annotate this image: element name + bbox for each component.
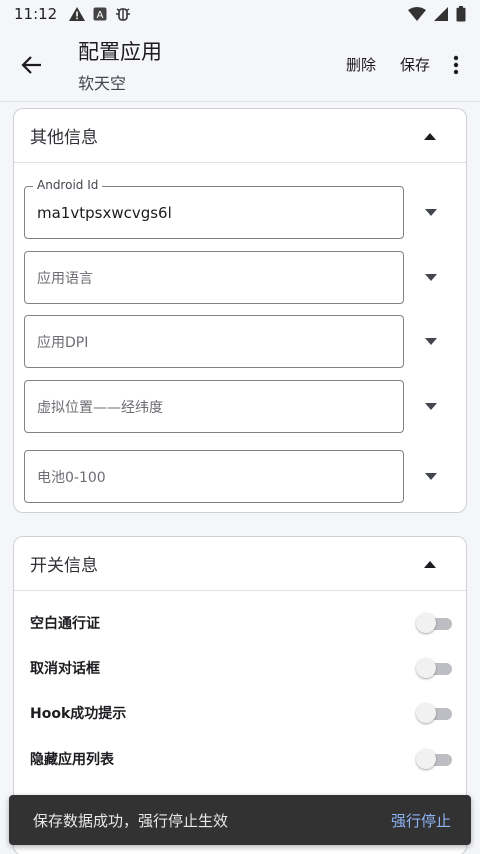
snackbar-message: 保存数据成功，强行停止生效	[33, 811, 229, 830]
page-title: 配置应用	[78, 39, 162, 64]
dpi-field[interactable]: 应用DPI	[24, 315, 404, 368]
svg-text:A: A	[97, 10, 104, 21]
force-stop-button[interactable]: 强行停止	[391, 810, 451, 831]
switch-thumb	[416, 613, 436, 633]
android-id-value: ma1vtpsxwcvgs6l	[37, 203, 172, 222]
arrow-drop-down-icon	[425, 209, 437, 216]
cancel-dialog-toggle[interactable]	[416, 656, 454, 680]
expand-less-icon	[424, 132, 436, 140]
location-placeholder: 虚拟位置——经纬度	[37, 399, 163, 416]
switch-row: 空白通行证	[30, 605, 454, 641]
app-notification-icon: A	[93, 7, 107, 21]
android-id-dropdown[interactable]	[404, 186, 458, 239]
dpi-dropdown[interactable]	[404, 315, 458, 368]
switch-row: Hook成功提示	[30, 695, 454, 731]
status-bar: 11:12 A	[0, 0, 480, 28]
language-field[interactable]: 应用语言	[24, 251, 404, 304]
expand-less-icon	[424, 560, 436, 568]
switch-row: 取消对话框	[30, 650, 454, 686]
battery-dropdown[interactable]	[404, 450, 458, 503]
dpi-placeholder: 应用DPI	[37, 334, 89, 351]
location-dropdown[interactable]	[404, 380, 458, 433]
arrow-drop-down-icon	[425, 473, 437, 480]
arrow-drop-down-icon	[425, 274, 437, 281]
signal-icon	[434, 7, 448, 21]
save-button[interactable]: 保存	[388, 54, 442, 75]
switch-info-header[interactable]: 开关信息	[14, 537, 466, 591]
hook-success-toggle[interactable]	[416, 701, 454, 725]
wifi-icon	[408, 7, 426, 21]
status-time: 11:12	[14, 5, 58, 23]
dpi-row: 应用DPI	[24, 315, 458, 368]
delete-button[interactable]: 删除	[334, 54, 388, 75]
alert-icon	[69, 7, 86, 21]
back-button[interactable]	[14, 47, 50, 83]
switch-info-title: 开关信息	[30, 556, 98, 576]
arrow-drop-down-icon	[425, 403, 437, 410]
language-row: 应用语言	[24, 251, 458, 304]
more-vert-icon	[453, 55, 459, 74]
switch-label: 空白通行证	[30, 616, 100, 632]
other-info-title: 其他信息	[30, 128, 98, 148]
language-dropdown[interactable]	[404, 251, 458, 304]
page-subtitle: 软天空	[78, 73, 127, 93]
android-id-label: Android Id	[33, 178, 103, 192]
battery-field[interactable]: 电池0-100	[24, 450, 404, 503]
battery-row: 电池0-100	[24, 450, 458, 503]
app-bar-actions: 删除 保存	[334, 47, 480, 83]
switch-label: 取消对话框	[30, 661, 100, 677]
battery-icon	[456, 6, 466, 22]
more-options-button[interactable]	[442, 47, 470, 83]
app-bar: 配置应用 软天空 删除 保存	[0, 28, 480, 102]
arrow-back-icon	[21, 55, 41, 74]
android-id-row: Android Id ma1vtpsxwcvgs6l	[24, 178, 458, 239]
switch-label: 隐藏应用列表	[30, 752, 114, 768]
other-info-card: 其他信息 Android Id ma1vtpsxwcvgs6l 应用语言 应用D…	[13, 108, 467, 513]
location-field[interactable]: 虚拟位置——经纬度	[24, 380, 404, 433]
switch-thumb	[416, 703, 436, 723]
snackbar: 保存数据成功，强行停止生效 强行停止	[9, 795, 471, 845]
location-row: 虚拟位置——经纬度	[24, 380, 458, 433]
language-placeholder: 应用语言	[37, 270, 93, 287]
other-info-header[interactable]: 其他信息	[14, 109, 466, 163]
arrow-drop-down-icon	[425, 338, 437, 345]
switch-label: Hook成功提示	[30, 706, 127, 722]
switch-thumb	[416, 749, 436, 769]
android-id-field[interactable]: Android Id ma1vtpsxwcvgs6l	[24, 178, 404, 239]
switch-thumb	[416, 658, 436, 678]
blank-pass-toggle[interactable]	[416, 611, 454, 635]
title-block: 配置应用 软天空	[78, 36, 162, 94]
switch-row: 隐藏应用列表	[30, 741, 454, 777]
debug-icon	[116, 8, 131, 21]
hide-app-list-toggle[interactable]	[416, 747, 454, 771]
battery-placeholder: 电池0-100	[37, 469, 106, 486]
